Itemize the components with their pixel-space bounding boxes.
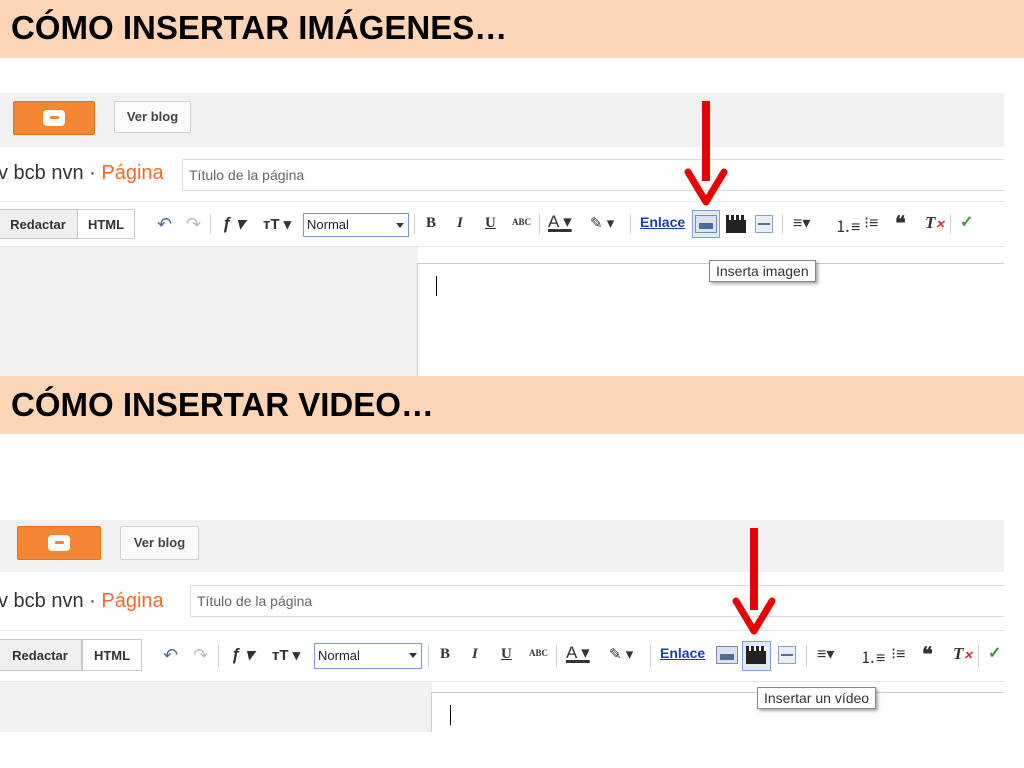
bullet-list-icon[interactable]: ⁝≡ xyxy=(864,213,878,233)
numbered-list-icon[interactable]: ⒈≡ xyxy=(860,644,885,668)
highlight-icon[interactable]: ✎ ▾ xyxy=(590,214,614,232)
tooltip-insert-image: Inserta imagen xyxy=(709,260,816,282)
insert-video-icon[interactable] xyxy=(726,215,746,233)
blog-name-text: v bcb nvn · xyxy=(0,590,102,612)
title-row: v bcb nvn · Página Título de la página xyxy=(0,147,1004,199)
text-color-label: A xyxy=(566,643,577,662)
bullet-list-icon[interactable]: ⁝≡ xyxy=(891,644,905,664)
separator xyxy=(650,645,651,667)
format-select-value: Normal xyxy=(307,217,349,232)
top-bar: Ver blog xyxy=(0,520,1004,572)
bold-button[interactable]: B xyxy=(426,215,436,232)
editor-area[interactable] xyxy=(431,692,1004,732)
blogger-logo-icon xyxy=(43,110,65,126)
text-color-label: A xyxy=(548,212,559,231)
compose-mode-button[interactable]: Redactar xyxy=(0,209,78,239)
numbered-list-icon[interactable]: ⒈≡ xyxy=(835,213,860,237)
section-heading-images: CÓMO INSERTAR IMÁGENES… xyxy=(0,0,1024,58)
remove-format-icon[interactable]: T✕ xyxy=(925,213,945,233)
link-button[interactable]: Enlace xyxy=(660,645,705,661)
format-select[interactable]: Normal xyxy=(314,643,422,669)
chevron-down-icon xyxy=(409,653,417,658)
font-icon[interactable]: ƒ ▾ xyxy=(231,645,254,665)
view-blog-button[interactable]: Ver blog xyxy=(114,101,191,133)
font-size-icon[interactable]: тT ▾ xyxy=(263,215,291,233)
redo-icon[interactable]: ↷ xyxy=(186,214,201,235)
title-row: v bcb nvn · Página Título de la página xyxy=(0,572,1004,628)
separator xyxy=(428,645,429,667)
jump-break-icon[interactable] xyxy=(755,215,773,233)
jump-break-icon[interactable] xyxy=(778,646,796,664)
left-sidebar xyxy=(0,247,418,376)
insert-image-icon[interactable] xyxy=(716,646,738,664)
undo-icon[interactable]: ↶ xyxy=(157,214,172,235)
html-mode-button[interactable]: HTML xyxy=(82,639,142,671)
view-blog-button[interactable]: Ver blog xyxy=(120,526,199,560)
editor-toolbar: Redactar HTML ↶ ↷ ƒ ▾ тT ▾ Normal B I U … xyxy=(0,630,1004,682)
blogger-logo-icon xyxy=(48,535,70,551)
font-size-icon[interactable]: тT ▾ xyxy=(272,646,300,664)
separator xyxy=(630,214,631,234)
link-button[interactable]: Enlace xyxy=(640,214,685,230)
blog-name-text: v bcb nvn · xyxy=(0,162,102,184)
format-select-value: Normal xyxy=(318,648,360,663)
text-color-button[interactable]: A ▾ xyxy=(566,643,590,663)
section-heading-video: CÓMO INSERTAR VIDEO… xyxy=(0,376,1024,434)
editor-toolbar: Redactar HTML ↶ ↷ ƒ ▾ тT ▾ Normal B I U … xyxy=(0,201,1004,247)
underline-button[interactable]: U xyxy=(501,646,512,663)
separator xyxy=(950,214,951,234)
separator xyxy=(782,214,783,234)
insert-video-icon[interactable] xyxy=(746,646,766,664)
align-icon[interactable]: ≡▾ xyxy=(793,213,810,233)
redo-icon[interactable]: ↷ xyxy=(193,645,208,666)
quote-icon[interactable]: ❝ xyxy=(895,211,906,236)
format-select[interactable]: Normal xyxy=(303,213,409,237)
screenshot-images: Ver blog v bcb nvn · Página Título de la… xyxy=(0,93,1004,376)
blogger-logo-button[interactable] xyxy=(17,526,101,560)
remove-format-icon[interactable]: T✕ xyxy=(953,644,973,664)
page-title-input[interactable]: Título de la página xyxy=(182,159,1004,191)
down-arrow-annotation xyxy=(732,528,776,635)
html-mode-button[interactable]: HTML xyxy=(77,209,135,239)
blogger-logo-button[interactable] xyxy=(13,101,95,135)
page-title-input[interactable]: Título de la página xyxy=(190,585,1004,617)
page-label: Página xyxy=(101,590,164,612)
screenshot-video: Ver blog v bcb nvn · Página Título de la… xyxy=(0,520,1004,732)
text-caret xyxy=(450,705,451,725)
tooltip-insert-video: Insertar un vídeo xyxy=(757,687,877,709)
strikethrough-button[interactable]: ABC xyxy=(512,217,531,227)
section-heading-text: CÓMO INSERTAR IMÁGENES… xyxy=(11,9,508,46)
insert-image-icon[interactable] xyxy=(695,215,717,233)
align-icon[interactable]: ≡▾ xyxy=(817,644,834,664)
separator xyxy=(210,214,211,234)
separator xyxy=(218,645,219,667)
strikethrough-button[interactable]: ABC xyxy=(529,648,548,658)
bold-button[interactable]: B xyxy=(440,646,450,663)
underline-button[interactable]: U xyxy=(485,215,496,232)
separator xyxy=(539,214,540,234)
highlight-icon[interactable]: ✎ ▾ xyxy=(609,645,633,663)
separator xyxy=(978,645,979,667)
section-heading-text: CÓMO INSERTAR VIDEO… xyxy=(11,386,434,423)
down-arrow-annotation xyxy=(684,101,728,206)
spellcheck-icon[interactable]: ✓ xyxy=(960,212,973,232)
blog-name: v bcb nvn · Página xyxy=(0,590,164,613)
page-label: Página xyxy=(101,162,164,184)
italic-button[interactable]: I xyxy=(457,215,463,232)
top-bar: Ver blog xyxy=(0,93,1004,147)
compose-mode-button[interactable]: Redactar xyxy=(0,639,82,671)
chevron-down-icon xyxy=(396,223,404,228)
font-icon[interactable]: ƒ ▾ xyxy=(222,214,245,234)
separator xyxy=(806,645,807,667)
text-caret xyxy=(436,276,437,296)
text-color-button[interactable]: A ▾ xyxy=(548,212,572,232)
undo-icon[interactable]: ↶ xyxy=(163,645,178,666)
separator xyxy=(414,214,415,234)
blog-name: v bcb nvn · Página xyxy=(0,162,164,185)
separator xyxy=(556,645,557,667)
left-sidebar xyxy=(0,682,432,732)
spellcheck-icon[interactable]: ✓ xyxy=(988,643,1001,663)
quote-icon[interactable]: ❝ xyxy=(922,642,933,667)
italic-button[interactable]: I xyxy=(472,646,478,663)
